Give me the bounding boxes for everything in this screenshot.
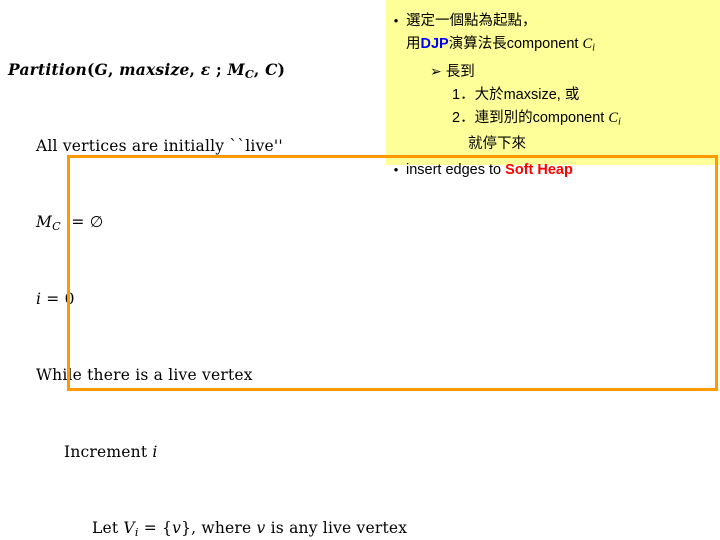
note-subitem-1: 1．大於maxsize, 或 <box>406 84 720 107</box>
note-line: ➢ 長到 <box>406 60 720 84</box>
subitem-number: 1． <box>452 86 475 103</box>
note-subitem-2: 2．連到別的component Ci <box>406 107 720 134</box>
note-text-mid: 演算法長component <box>448 36 583 52</box>
algo-line: Let Vi = {v}, where v is any live vertex <box>92 519 408 539</box>
djp-keyword: DJP <box>420 36 449 52</box>
note-line: 用DJP演算法長component Ci <box>406 33 720 60</box>
algo-line: i = 0 <box>36 289 75 308</box>
bullet-icon: • <box>393 162 399 178</box>
note-item-2-text: insert edges to Soft Heap <box>406 159 720 182</box>
algo-line: While there is a live vertex <box>36 366 253 384</box>
algo-line: MC := ∅ <box>36 213 104 233</box>
note-text-pre: insert edges to <box>406 162 506 179</box>
component-var: C <box>582 36 593 52</box>
note-item-1-text: 選定一個點為起點， 用DJP演算法長component Ci ➢ 長到 1．大於… <box>406 10 720 156</box>
slide-page: Partition(G, maxsize, ε ; MC, C) All ver… <box>0 0 720 540</box>
component-var-sub: i <box>592 42 596 54</box>
algo-line: Increment i <box>64 442 158 461</box>
bullet-icon: • <box>393 13 399 28</box>
annotation-note: • 選定一個點為起點， 用DJP演算法長component Ci ➢ 長到 1．… <box>386 0 720 178</box>
subitem-text: 連到別的component <box>474 109 609 126</box>
soft-heap-keyword: Soft Heap <box>505 162 573 179</box>
subitem-number: 2． <box>452 109 475 126</box>
note-text-pre: 用 <box>406 36 421 52</box>
arrow-icon: ➢ <box>430 62 442 79</box>
note-item-2: • insert edges to Soft Heap <box>386 159 720 182</box>
note-line: 選定一個點為起點， <box>406 13 537 29</box>
note-line: insert edges to Soft Heap <box>406 159 720 182</box>
subitem-text: 大於maxsize, 或 <box>474 86 580 103</box>
note-item-1: • 選定一個點為起點， 用DJP演算法長component Ci ➢ 長到 1．… <box>386 10 720 156</box>
component-var-sub: i <box>618 116 621 128</box>
component-var: C <box>608 109 619 126</box>
note-text: 長到 <box>445 63 475 80</box>
note-subitem-3: 就停下來 <box>468 136 526 153</box>
